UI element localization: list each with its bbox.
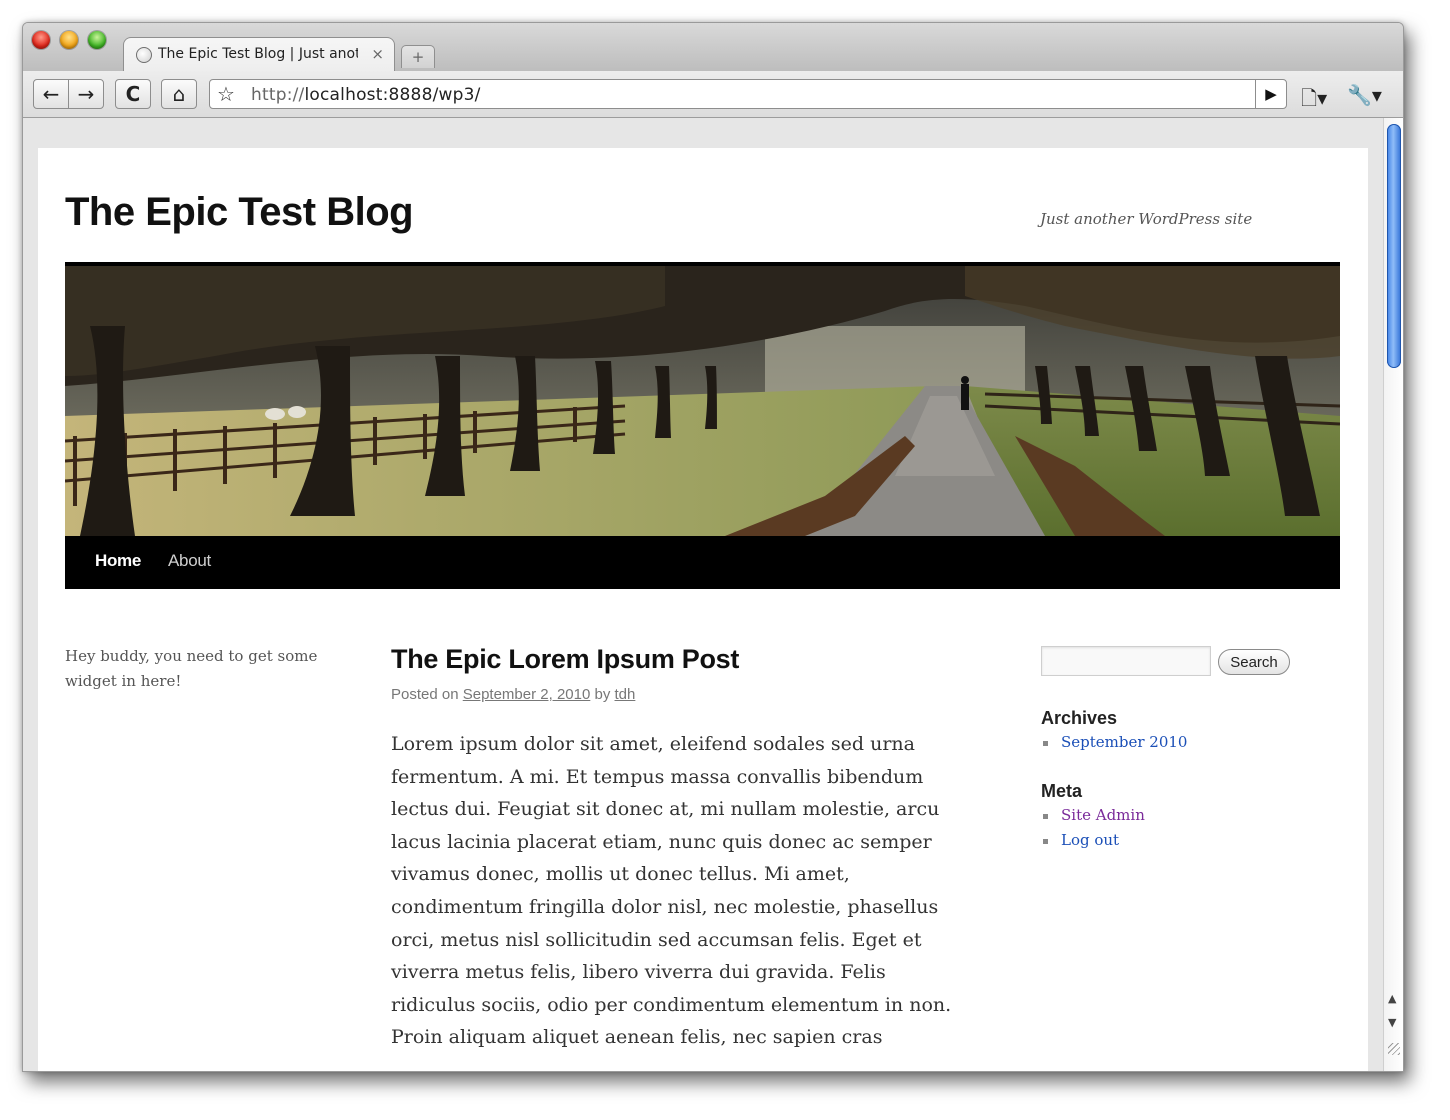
tab-title: The Epic Test Blog | Just another WordPr…: [158, 46, 358, 62]
page-viewport: The Epic Test Blog Just another WordPres…: [23, 118, 1383, 1071]
left-sidebar-notice: Hey buddy, you need to get some widget i…: [65, 647, 318, 690]
reload-button[interactable]: C: [115, 79, 151, 109]
list-item: Site Admin: [1041, 803, 1145, 828]
minimize-window-button[interactable]: [60, 31, 78, 49]
meta-list: Site Admin Log out: [1041, 803, 1145, 853]
address-bar[interactable]: ☆ http://localhost:8888/wp3/ ▶: [209, 79, 1287, 109]
archives-widget-title: Archives: [1041, 708, 1118, 728]
post-meta-prefix: Posted on: [391, 686, 459, 703]
post-date-link[interactable]: September 2, 2010: [463, 686, 591, 703]
search-input[interactable]: [1041, 646, 1211, 676]
nav-item-about[interactable]: About: [168, 551, 211, 571]
back-button[interactable]: ←: [33, 79, 69, 109]
archive-link-september-2010[interactable]: September 2010: [1061, 733, 1187, 751]
home-button[interactable]: ⌂: [161, 79, 197, 109]
go-button[interactable]: ▶: [1255, 80, 1286, 108]
wrench-menu-icon[interactable]: 🔧▾: [1347, 83, 1382, 107]
tab-bar: The Epic Test Blog | Just another WordPr…: [23, 23, 1403, 74]
archives-list: September 2010: [1041, 730, 1187, 755]
browser-toolbar: ← → C ⌂ ☆ http://localhost:8888/wp3/ ▶ 🗋…: [23, 71, 1403, 118]
post-meta-by: by: [594, 686, 611, 703]
meta-widget-title: Meta: [1041, 781, 1083, 801]
bookmark-star-icon[interactable]: ☆: [217, 82, 235, 106]
vertical-scrollbar[interactable]: ▲ ▼: [1383, 118, 1403, 1071]
blog-page: The Epic Test Blog Just another WordPres…: [38, 148, 1368, 1071]
site-title[interactable]: The Epic Test Blog: [65, 190, 414, 235]
main-navigation: Home About: [65, 536, 1340, 589]
page-menu-icon[interactable]: 🗋▾: [1301, 84, 1327, 118]
list-item: September 2010: [1041, 730, 1187, 755]
post-title[interactable]: The Epic Lorem Ipsum Post: [391, 644, 739, 675]
scroll-up-arrow-icon[interactable]: ▲: [1388, 992, 1396, 1005]
post-content: Lorem ipsum dolor sit amet, eleifend sod…: [391, 733, 952, 1049]
close-tab-icon[interactable]: ×: [371, 45, 384, 63]
url-host-path: localhost:8888/wp3/: [304, 85, 481, 105]
forward-button[interactable]: →: [68, 79, 104, 109]
site-description: Just another WordPress site: [1040, 210, 1253, 228]
search-button[interactable]: Search: [1218, 649, 1290, 675]
scroll-down-arrow-icon[interactable]: ▼: [1388, 1016, 1396, 1029]
tree-lined-path-image: [65, 266, 1340, 536]
url-scheme: http://: [251, 85, 305, 105]
header-image: [65, 262, 1340, 536]
site-admin-link[interactable]: Site Admin: [1061, 806, 1145, 824]
url-text: http://localhost:8888/wp3/: [251, 85, 481, 105]
log-out-link[interactable]: Log out: [1061, 831, 1119, 849]
resize-grip-icon[interactable]: [1388, 1043, 1400, 1055]
scrollbar-thumb[interactable]: [1387, 124, 1401, 368]
post-meta: Posted on September 2, 2010 by tdh: [391, 686, 635, 703]
new-tab-button[interactable]: +: [401, 45, 435, 68]
list-item: Log out: [1041, 828, 1145, 853]
browser-window: The Epic Test Blog | Just another WordPr…: [22, 22, 1404, 1072]
nav-item-home[interactable]: Home: [95, 551, 141, 571]
post-author-link[interactable]: tdh: [615, 686, 636, 703]
globe-icon: [136, 47, 152, 63]
browser-tab[interactable]: The Epic Test Blog | Just another WordPr…: [123, 37, 395, 74]
close-window-button[interactable]: [32, 31, 50, 49]
zoom-window-button[interactable]: [88, 31, 106, 49]
